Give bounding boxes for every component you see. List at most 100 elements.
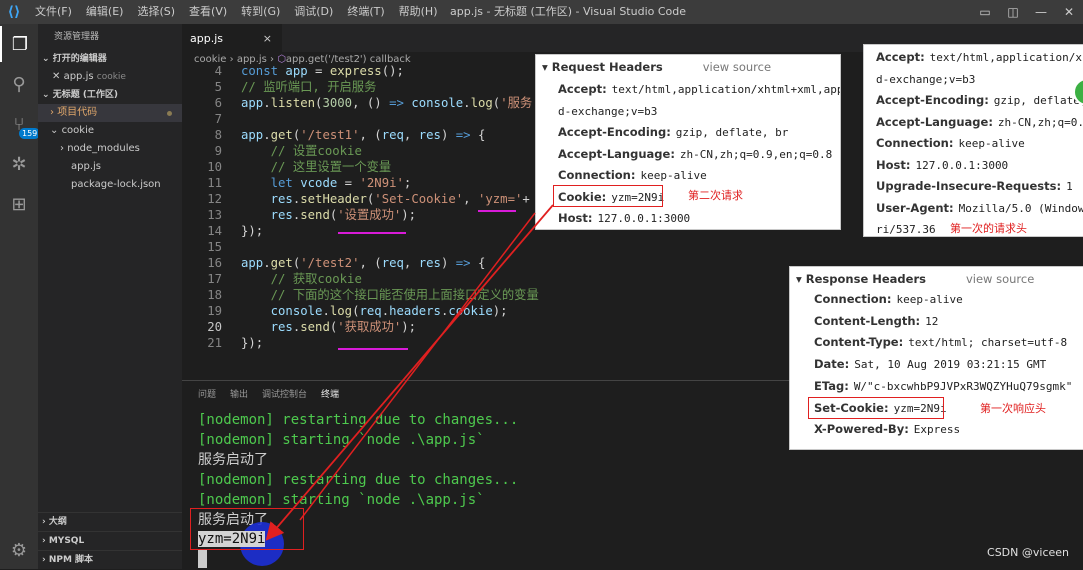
code-line[interactable]: 4 const app = express(); (182, 63, 404, 79)
tree-item-cookie[interactable]: ⌄ cookie (38, 122, 182, 140)
code-token: '/test2' (300, 256, 360, 270)
code-line[interactable]: 19 console.log(req.headers.cookie); (182, 303, 507, 319)
tab-close-icon[interactable]: × (263, 32, 272, 45)
code-line[interactable]: 20 res.send('获取成功'); (182, 319, 416, 335)
annotation-underline (478, 210, 516, 212)
header-key: Accept: (558, 82, 607, 96)
menu-item[interactable]: 文件(F) (28, 0, 79, 24)
line-number: 6 (214, 96, 222, 110)
header-key: ETag: (814, 378, 849, 393)
minimize-button[interactable]: — (1027, 0, 1055, 24)
code-text: res.setHeader('Set-Cookie', 'yzm='+ (241, 191, 530, 207)
code-line[interactable]: 10 // 这里设置一个变量 (182, 159, 391, 175)
debug-icon[interactable]: ✲ (0, 146, 38, 182)
search-icon[interactable]: ⚲ (0, 66, 38, 102)
panel-tab[interactable]: 问题 (198, 381, 216, 409)
code-text: // 这里设置一个变量 (241, 159, 392, 175)
menu-item[interactable]: 查看(V) (182, 0, 234, 24)
code-token: // 获取cookie (270, 272, 362, 286)
code-line[interactable]: 17 // 获取cookie (182, 271, 362, 287)
code-text: // 下面的这个接口能否使用上面接口定义的变量 (241, 287, 539, 303)
settings-gear-icon[interactable]: ⚙ (0, 532, 38, 568)
mysql-section[interactable]: › MYSQL (38, 531, 182, 550)
tab-app-js[interactable]: app.js × (182, 24, 282, 52)
response-view-source-link[interactable]: view source (966, 272, 1034, 286)
title-bar: ⟨⟩ 文件(F) 编辑(E) 选择(S) 查看(V) 转到(G) 调试(D) 终端(T) 帮助… (0, 0, 1083, 24)
window-title: app.js - 无标题 (工作区) - Visual Studio Code (450, 5, 687, 18)
code-token: { (470, 128, 486, 142)
line-number: 21 (207, 336, 222, 350)
layout-icon[interactable]: ▭ (971, 0, 999, 24)
menu-bar: 文件(F) 编辑(E) 选择(S) 查看(V) 转到(G) 调试(D) 终端(T) 帮助(H) (28, 0, 445, 24)
outline-section[interactable]: › 大纲 (38, 512, 182, 531)
source-control-icon[interactable]: ⑂ 159 (0, 106, 41, 142)
npm-scripts-section[interactable]: › NPM 脚本 (38, 550, 182, 569)
code-line[interactable]: 15 (182, 239, 222, 255)
code-line[interactable]: 11 let vcode = '2N9i'; (182, 175, 411, 191)
close-window-button[interactable]: ✕ (1055, 0, 1083, 24)
code-token: '获取成功' (337, 320, 402, 334)
code-token: 3000 (322, 96, 353, 110)
menu-item[interactable]: 帮助(H) (392, 0, 445, 24)
terminal-line: [nodemon] restarting due to changes... (198, 412, 519, 428)
code-text: console.log(req.headers.cookie); (241, 303, 508, 319)
header-row: Accept: text/html,application/xh (876, 47, 1083, 68)
panel-tab[interactable]: 输出 (230, 381, 248, 409)
line-number: 8 (214, 128, 222, 142)
code-token: , () (352, 96, 390, 110)
menu-item[interactable]: 终端(T) (340, 0, 391, 24)
code-token: }); (241, 336, 264, 350)
code-text: res.send('获取成功'); (241, 319, 416, 335)
code-line[interactable]: 7 (182, 111, 222, 127)
code-line[interactable]: 6 app.listen(3000, () => console.log('服务 (182, 95, 533, 111)
header-value: zh-CN,zh;q=0.9, (997, 115, 1083, 129)
code-token: ) (440, 256, 456, 270)
response-headers-popup: ▾ Response Headers view source Connection… (789, 266, 1083, 450)
tree-item-app-js[interactable]: app.js (38, 158, 182, 176)
menu-item[interactable]: 选择(S) (130, 0, 182, 24)
node-modules-label: node_modules (67, 143, 140, 154)
set-cookie-annotation-box (808, 397, 944, 419)
request-view-source-link[interactable]: view source (703, 60, 771, 74)
code-line[interactable]: 5 // 监听端口, 开启服务 (182, 79, 377, 95)
code-line[interactable]: 21}); (182, 335, 263, 351)
code-token: . (263, 128, 271, 142)
code-token: = (307, 64, 330, 78)
menu-item[interactable]: 编辑(E) (79, 0, 131, 24)
header-key: Accept: (876, 50, 925, 64)
line-number: 17 (207, 272, 222, 286)
code-line[interactable]: 13 res.send('设置成功'); (182, 207, 416, 223)
code-line[interactable]: 14}); (182, 223, 263, 239)
code-line[interactable]: 9 // 设置cookie (182, 143, 362, 159)
code-line[interactable]: 8 app.get('/test1', (req, res) => { (182, 127, 486, 143)
tree-item-project[interactable]: › 项目代码 (38, 104, 182, 122)
code-line[interactable]: 12 res.setHeader('Set-Cookie', 'yzm='+ (182, 191, 530, 207)
open-editors-header[interactable]: ⌄ 打开的编辑器 (38, 50, 182, 68)
code-token: '2N9i' (359, 176, 404, 190)
panel-tab[interactable]: 终端 (321, 381, 339, 409)
header-row: Host: 127.0.0.1:3000 (558, 208, 690, 229)
code-line[interactable]: 18 // 下面的这个接口能否使用上面接口定义的变量 (182, 287, 539, 303)
line-number: 13 (207, 208, 222, 222)
extensions-icon[interactable]: ⊞ (0, 186, 38, 222)
package-lock-label: package-lock.json (71, 179, 161, 190)
menu-item[interactable]: 调试(D) (287, 0, 340, 24)
terminal-line: 服务启动了 (198, 452, 268, 468)
header-value: gzip, deflate, br (675, 126, 789, 139)
terminal-line: [nodemon] starting `node .\app.js` (198, 432, 485, 448)
code-line[interactable]: 16 app.get('/test2', (req, res) => { (182, 255, 485, 271)
header-key: User-Agent: (876, 200, 954, 215)
tree-item-node-modules[interactable]: › node_modules (38, 140, 182, 158)
tree-item-package-lock[interactable]: package-lock.json (38, 176, 182, 194)
code-token: . (463, 96, 471, 110)
open-editor-item[interactable]: ✕ app.js cookie (38, 68, 182, 86)
terminal-annotation-box (190, 508, 304, 550)
explorer-icon[interactable]: ❐ (0, 26, 38, 62)
menu-item[interactable]: 转到(G) (234, 0, 287, 24)
header-row: ETag: W/"c-bxcwhbP9JVPxR3WQZYHuQ79sgmk" (814, 376, 1072, 397)
header-row: Accept-Encoding: gzip, deflate, br (558, 122, 788, 143)
panel-tab[interactable]: 调试控制台 (262, 381, 307, 409)
split-icon[interactable]: ◫ (999, 0, 1027, 24)
workspace-header[interactable]: ⌄ 无标题 (工作区) (38, 86, 182, 104)
code-token: . (381, 304, 390, 318)
